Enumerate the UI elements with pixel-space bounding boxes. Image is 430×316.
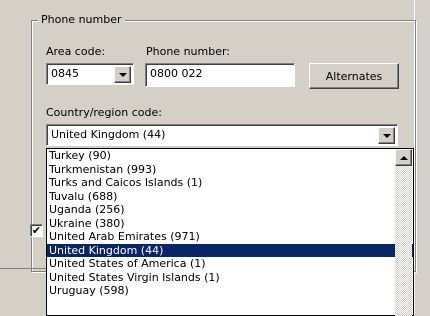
list-item-tuvalu[interactable]: Tuvalu (688) — [47, 190, 413, 204]
area-code-label: Area code: — [46, 45, 106, 58]
phone-number-label: Phone number: — [146, 45, 231, 58]
list-item-united-kingdom[interactable]: United Kingdom (44) — [47, 243, 413, 257]
country-dropdown-button[interactable] — [378, 127, 395, 144]
list-item-uae[interactable]: United Arab Emirates (971) — [47, 230, 413, 244]
separator — [0, 268, 46, 269]
list-item-uruguay[interactable]: Uruguay (598) — [47, 284, 413, 298]
country-selected-value: United Kingdom (44) — [51, 128, 166, 141]
area-code-combobox[interactable]: 0845 — [46, 63, 134, 85]
chevron-down-icon — [118, 72, 127, 77]
area-code-dropdown-button[interactable] — [114, 66, 131, 83]
scroll-up-button[interactable] — [395, 149, 412, 166]
country-dropdown-list[interactable]: Turkey (90) Turkmenistan (993) Turks and… — [46, 148, 414, 316]
group-title: Phone number — [38, 13, 125, 26]
chevron-down-icon — [382, 133, 391, 138]
list-item-turkey[interactable]: Turkey (90) — [47, 149, 413, 163]
list-item-usa[interactable]: United States of America (1) — [47, 257, 413, 271]
list-scrollbar[interactable] — [395, 149, 412, 316]
list-item-us-virgin-islands[interactable]: United States Virgin Islands (1) — [47, 271, 413, 285]
phone-number-value: 0800 022 — [150, 67, 203, 80]
alternates-button[interactable]: Alternates — [309, 63, 399, 89]
chevron-up-icon — [399, 155, 408, 160]
checkbox[interactable]: ✔ — [30, 224, 43, 237]
list-item-turks-caicos[interactable]: Turks and Caicos Islands (1) — [47, 176, 413, 190]
country-region-label: Country/region code: — [46, 106, 162, 119]
list-item-ukraine[interactable]: Ukraine (380) — [47, 217, 413, 231]
list-item-turkmenistan[interactable]: Turkmenistan (993) — [47, 163, 413, 177]
dialog-edge — [414, 0, 430, 316]
country-region-combobox[interactable]: United Kingdom (44) — [46, 124, 398, 146]
list-item-uganda[interactable]: Uganda (256) — [47, 203, 413, 217]
phone-number-input[interactable]: 0800 022 — [145, 63, 295, 87]
area-code-value: 0845 — [51, 67, 79, 80]
